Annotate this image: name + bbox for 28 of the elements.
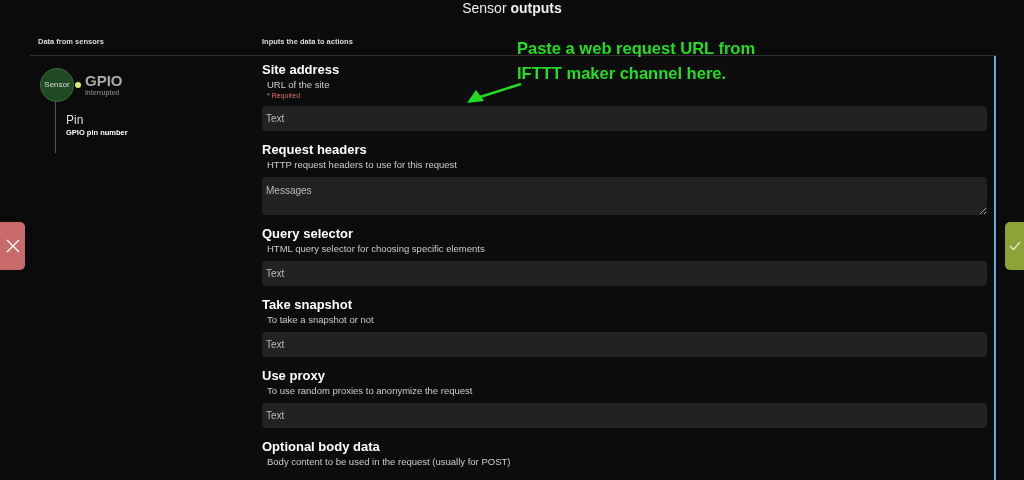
output-name: Pin xyxy=(66,114,85,128)
field-label: Site address xyxy=(262,62,340,79)
text-field[interactable]: Text xyxy=(262,261,987,287)
cancel-button[interactable] xyxy=(0,222,25,270)
connector-dot-icon xyxy=(75,82,81,89)
field-description: HTTP request headers to use for this request xyxy=(266,158,457,172)
textarea-field[interactable]: Messages xyxy=(262,177,987,216)
field-description: URL of the site xyxy=(266,78,330,92)
modal-title: Sensor outputs xyxy=(461,0,563,16)
field-description: To use random proxies to anonymize the request xyxy=(266,384,473,398)
field-label: Request headers xyxy=(262,142,367,159)
field-label: Take snapshot xyxy=(262,297,353,314)
text-field[interactable]: Text xyxy=(262,403,987,429)
sensor-name: GPIO xyxy=(85,72,123,88)
field-description: Body content to be used in the request (usually for POST) xyxy=(266,455,511,469)
annotation-arrow xyxy=(467,83,522,103)
field-label: Use proxy xyxy=(262,368,325,385)
sensor-node: Sensor xyxy=(40,68,74,103)
field-description: To take a snapshot or not xyxy=(266,313,374,327)
text-field[interactable]: Text xyxy=(262,332,987,358)
annotation-text: Paste a web request URL from IFTTT maker channel here. xyxy=(517,38,757,84)
confirm-button[interactable] xyxy=(1005,222,1024,270)
field-label: Optional body data xyxy=(262,439,380,456)
text-field[interactable]: Text xyxy=(262,106,987,132)
checkmark-icon xyxy=(1008,241,1021,251)
close-icon xyxy=(5,239,20,253)
field-label: Query selector xyxy=(262,226,354,243)
field-description: HTML query selector for choosing specific elements xyxy=(266,242,485,256)
